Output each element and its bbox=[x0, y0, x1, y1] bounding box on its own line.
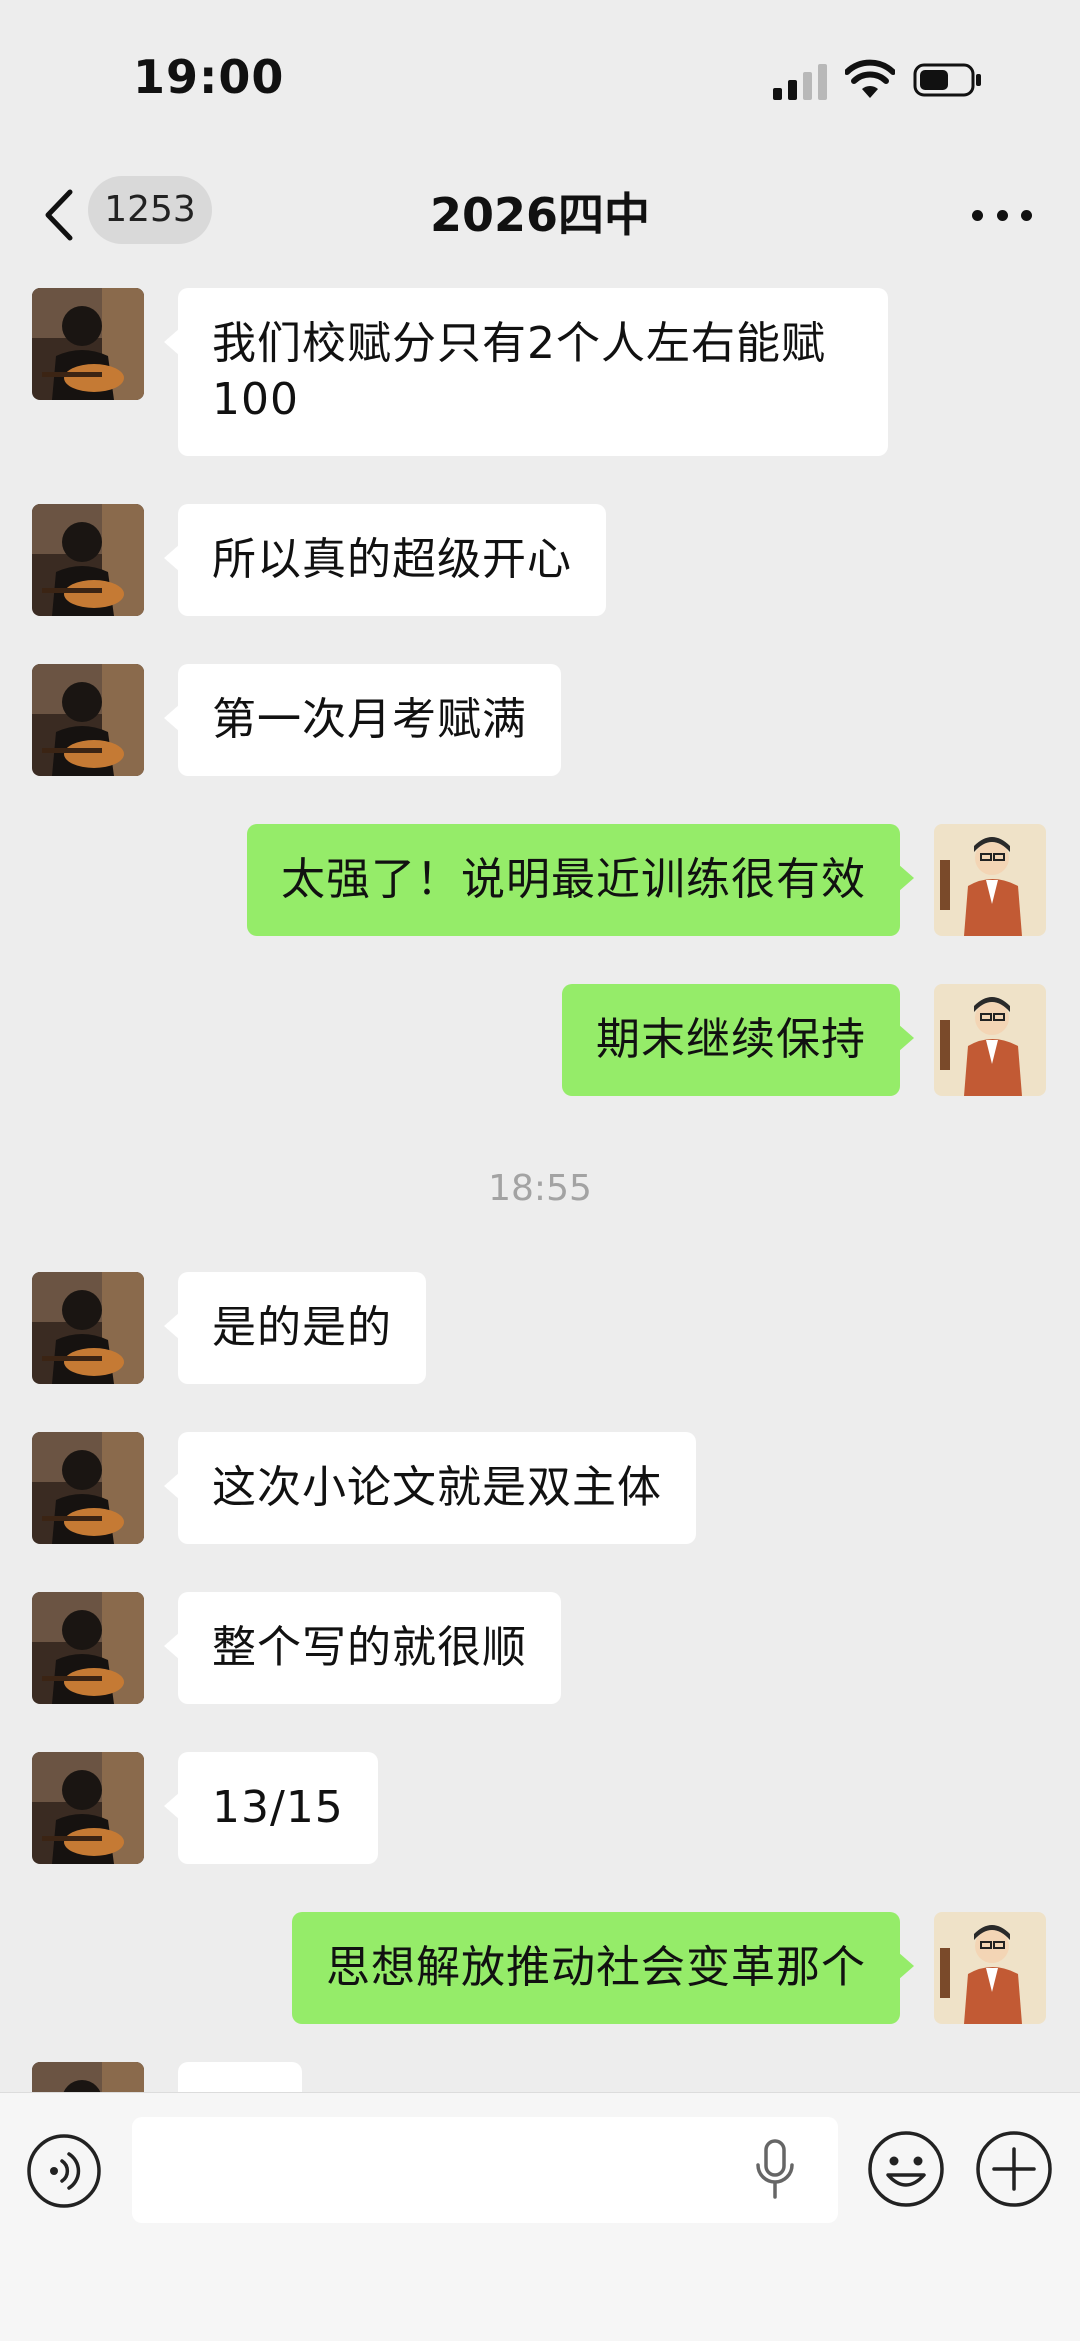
contact-avatar[interactable] bbox=[32, 1432, 144, 1544]
message-input[interactable] bbox=[132, 2117, 838, 2223]
message-bubble[interactable]: 整个写的就很顺 bbox=[164, 1592, 561, 1704]
battery-icon bbox=[913, 63, 981, 97]
message-bubble[interactable]: 是的是的 bbox=[164, 1272, 426, 1384]
contact-avatar[interactable] bbox=[32, 288, 144, 400]
status-time: 19:00 bbox=[133, 50, 285, 104]
message-bubble[interactable]: 第一次月考赋满 bbox=[164, 664, 561, 776]
cellular-signal-icon bbox=[773, 60, 829, 100]
message-bubble[interactable]: 这次小论文就是双主体 bbox=[164, 1432, 696, 1544]
contact-avatar[interactable] bbox=[32, 504, 144, 616]
my-avatar[interactable] bbox=[934, 824, 1046, 936]
contact-avatar[interactable] bbox=[32, 2062, 144, 2092]
contact-avatar[interactable] bbox=[32, 1272, 144, 1384]
message-composer bbox=[0, 2092, 1080, 2341]
message-bubble[interactable]: 期末继续保持 bbox=[562, 984, 914, 1096]
message-bubble[interactable]: 太强了！说明最近训练很有效 bbox=[247, 824, 914, 936]
message-bubble[interactable]: 我们校赋分只有2个人左右能赋100 bbox=[164, 288, 888, 456]
my-avatar[interactable] bbox=[934, 1912, 1046, 2024]
chat-title: 2026四中 bbox=[429, 188, 651, 242]
chat-header: 1253 2026四中 bbox=[0, 160, 1080, 270]
time-divider: 18:55 bbox=[488, 1168, 592, 1209]
contact-avatar[interactable] bbox=[32, 1592, 144, 1704]
contact-avatar[interactable] bbox=[32, 664, 144, 776]
message-bubble[interactable]: 13/15 bbox=[164, 1752, 378, 1864]
more-options-icon[interactable] bbox=[972, 200, 1032, 230]
message-bubble[interactable]: 所以真的超级开心 bbox=[164, 504, 606, 616]
message-bubble[interactable]: 思想解放推动社会变革那个 bbox=[292, 1912, 914, 2024]
wifi-icon bbox=[845, 59, 895, 98]
contact-avatar[interactable] bbox=[32, 1752, 144, 1864]
status-bar: 19:00 bbox=[0, 0, 1080, 150]
message-list[interactable]: 我们校赋分只有2个人左右能赋100 所以真的超级开心 第一次月考赋满 太强了！说… bbox=[0, 272, 1080, 2092]
message-bubble[interactable] bbox=[178, 2062, 302, 2092]
plus-icon[interactable] bbox=[974, 2129, 1054, 2209]
microphone-icon[interactable] bbox=[752, 2137, 798, 2203]
voice-mode-icon[interactable] bbox=[26, 2133, 102, 2209]
my-avatar[interactable] bbox=[934, 984, 1046, 1096]
emoji-icon[interactable] bbox=[866, 2129, 946, 2209]
